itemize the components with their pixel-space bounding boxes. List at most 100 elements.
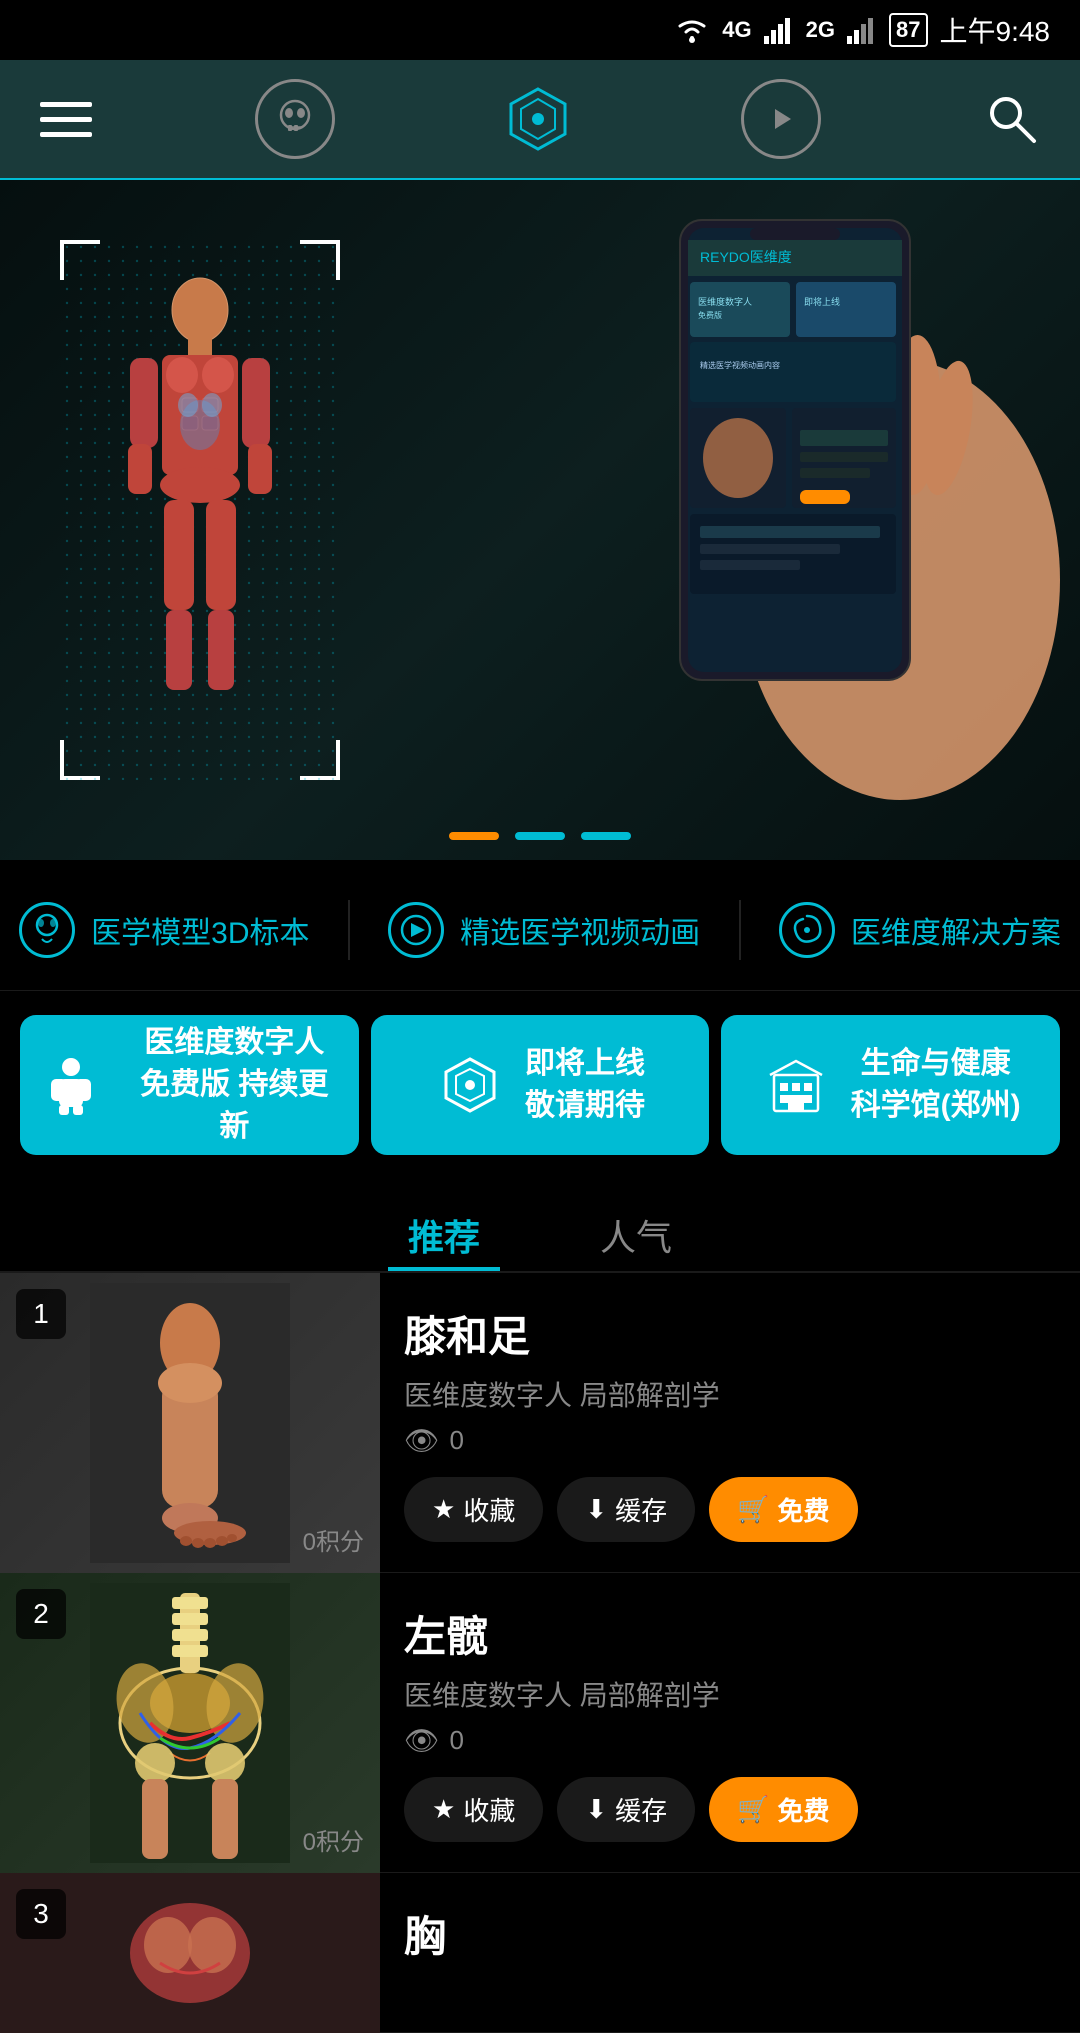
status-bar: 4G 2G 87 上午9:48 (0, 0, 1080, 60)
menu-button[interactable] (40, 102, 92, 137)
science-museum-button[interactable]: 生命与健康 科学馆(郑州) (721, 1015, 1060, 1155)
content-tabs: 推荐 人气 (0, 1179, 1080, 1271)
item-rank-2: 2 (16, 1589, 66, 1639)
pelvis-anatomy-svg (90, 1583, 290, 1863)
hero-background: REYDO医维度 医维度数字人 免费版 即将上线 精选医学视频动画内容 (0, 180, 1080, 860)
spiral-icon-svg (788, 911, 826, 949)
star-icon-1: ★ (432, 1494, 455, 1525)
list-item: 3 胸 (0, 1873, 1080, 2033)
signal-2g: 2G (806, 17, 835, 43)
hex-logo-icon (503, 84, 573, 154)
collect-button-2[interactable]: ★ 收藏 (404, 1777, 543, 1842)
list-item: 2 (0, 1573, 1080, 1873)
battery-container: 87 (889, 13, 927, 47)
item-info-2: 左髋 医维度数字人 局部解剖学 👁 0 ★ 收藏 ⬇ 缓存 🛒 免 (380, 1573, 1080, 1872)
collect-label-2: 收藏 (463, 1791, 515, 1828)
item-subtitle-1: 医维度数字人 局部解剖学 (404, 1374, 1056, 1414)
top-navigation (0, 60, 1080, 180)
digital-human-button[interactable]: 医维度数字人 免费版 持续更新 (20, 1015, 359, 1155)
menu-line-1 (40, 102, 92, 107)
svg-text:医维度数字人: 医维度数字人 (698, 296, 752, 307)
feature-3d-label: 医学模型3D标本 (91, 908, 309, 952)
play-circle-icon (388, 902, 444, 958)
svg-text:免费版: 免费版 (698, 310, 722, 320)
cache-button-2[interactable]: ⬇ 缓存 (557, 1777, 695, 1842)
hex-btn-svg (440, 1055, 500, 1115)
svg-text:即将上线: 即将上线 (804, 296, 840, 307)
digital-human-text: 医维度数字人 免费版 持续更新 (126, 1022, 343, 1148)
content-list: 1 0积分 (0, 1273, 1080, 2033)
dot-2[interactable] (515, 832, 565, 840)
anatomy-skull-button[interactable] (255, 79, 335, 159)
view-count-2: 0 (450, 1725, 464, 1756)
download-icon-1: ⬇ (585, 1494, 607, 1525)
spiral-icon (779, 902, 835, 958)
feature-video[interactable]: 精选医学视频动画 (388, 902, 700, 958)
science-museum-text: 生命与健康 科学馆(郑州) (851, 1043, 1021, 1127)
anatomy-body-svg (100, 270, 300, 750)
feature-solution[interactable]: 医维度解决方案 (779, 902, 1061, 958)
item-rank-1: 1 (16, 1289, 66, 1339)
signal-bars-2 (847, 16, 877, 44)
chest-anatomy-svg (90, 1873, 290, 2033)
menu-line-2 (40, 117, 92, 122)
item-score-2: 0积分 (303, 1822, 364, 1857)
hexagon-logo-button[interactable] (498, 79, 578, 159)
free-button-1[interactable]: 🛒 免费 (709, 1477, 857, 1542)
dot-1[interactable] (449, 832, 499, 840)
search-button[interactable] (984, 91, 1040, 147)
signal-4g: 4G (722, 17, 751, 43)
collect-label-1: 收藏 (463, 1491, 515, 1528)
phone-mockup-container: REYDO医维度 医维度数字人 免费版 即将上线 精选医学视频动画内容 (520, 200, 1080, 840)
item-info-3: 胸 (380, 1873, 1080, 2033)
cache-label-1: 缓存 (615, 1491, 667, 1528)
eye-icon-2: 👁 (404, 1724, 440, 1757)
body-outline (60, 240, 340, 780)
feature-solution-label: 医维度解决方案 (851, 908, 1061, 952)
person-figure-icon (36, 1050, 106, 1120)
feature-3d-model[interactable]: 医学模型3D标本 (19, 902, 309, 958)
action-buttons-row: 医维度数字人 免费版 持续更新 即将上线 敬请期待 (0, 991, 1080, 1179)
play-button[interactable] (741, 79, 821, 159)
item-views-1: 👁 0 (404, 1424, 1056, 1457)
item-views-2: 👁 0 (404, 1724, 1056, 1757)
battery-level: 87 (896, 17, 920, 43)
download-icon-2: ⬇ (585, 1794, 607, 1825)
body-model-container (60, 240, 340, 780)
free-button-2[interactable]: 🛒 免费 (709, 1777, 857, 1842)
cache-label-2: 缓存 (615, 1791, 667, 1828)
leg-anatomy-svg (90, 1283, 290, 1563)
search-icon (984, 91, 1040, 147)
item-title-1: 膝和足 (404, 1303, 1056, 1364)
tab-recommended[interactable]: 推荐 (388, 1199, 500, 1271)
coming-soon-text: 即将上线 敬请期待 (525, 1043, 645, 1127)
divider-2 (739, 900, 741, 960)
person-svg (41, 1055, 101, 1115)
time-display: 上午9:48 (940, 10, 1051, 50)
svg-text:精选医学视频动画内容: 精选医学视频动画内容 (700, 360, 780, 370)
hero-banner: REYDO医维度 医维度数字人 免费版 即将上线 精选医学视频动画内容 (0, 180, 1080, 860)
play-icon-svg (397, 911, 435, 949)
item-rank-3: 3 (16, 1889, 66, 1939)
free-label-2: 免费 (778, 1791, 830, 1828)
divider-1 (348, 900, 350, 960)
item-score-1: 0积分 (303, 1522, 364, 1557)
dot-3[interactable] (581, 832, 631, 840)
head-icon-svg (28, 911, 66, 949)
svg-text:REYDO医维度: REYDO医维度 (700, 249, 792, 265)
cart-icon-1: 🛒 (737, 1494, 769, 1525)
status-icons: 4G 2G 87 上午9:48 (674, 10, 1050, 50)
item-actions-2: ★ 收藏 ⬇ 缓存 🛒 免费 (404, 1777, 1056, 1842)
list-item: 1 0积分 (0, 1273, 1080, 1573)
menu-line-3 (40, 132, 92, 137)
cache-button-1[interactable]: ⬇ 缓存 (557, 1477, 695, 1542)
cart-icon-2: 🛒 (737, 1794, 769, 1825)
building-icon (761, 1050, 831, 1120)
item-subtitle-2: 医维度数字人 局部解剖学 (404, 1674, 1056, 1714)
head-3d-icon (19, 902, 75, 958)
free-label-1: 免费 (778, 1491, 830, 1528)
coming-soon-button[interactable]: 即将上线 敬请期待 (371, 1015, 710, 1155)
tab-popular[interactable]: 人气 (580, 1199, 692, 1271)
feature-video-label: 精选医学视频动画 (460, 908, 700, 952)
collect-button-1[interactable]: ★ 收藏 (404, 1477, 543, 1542)
